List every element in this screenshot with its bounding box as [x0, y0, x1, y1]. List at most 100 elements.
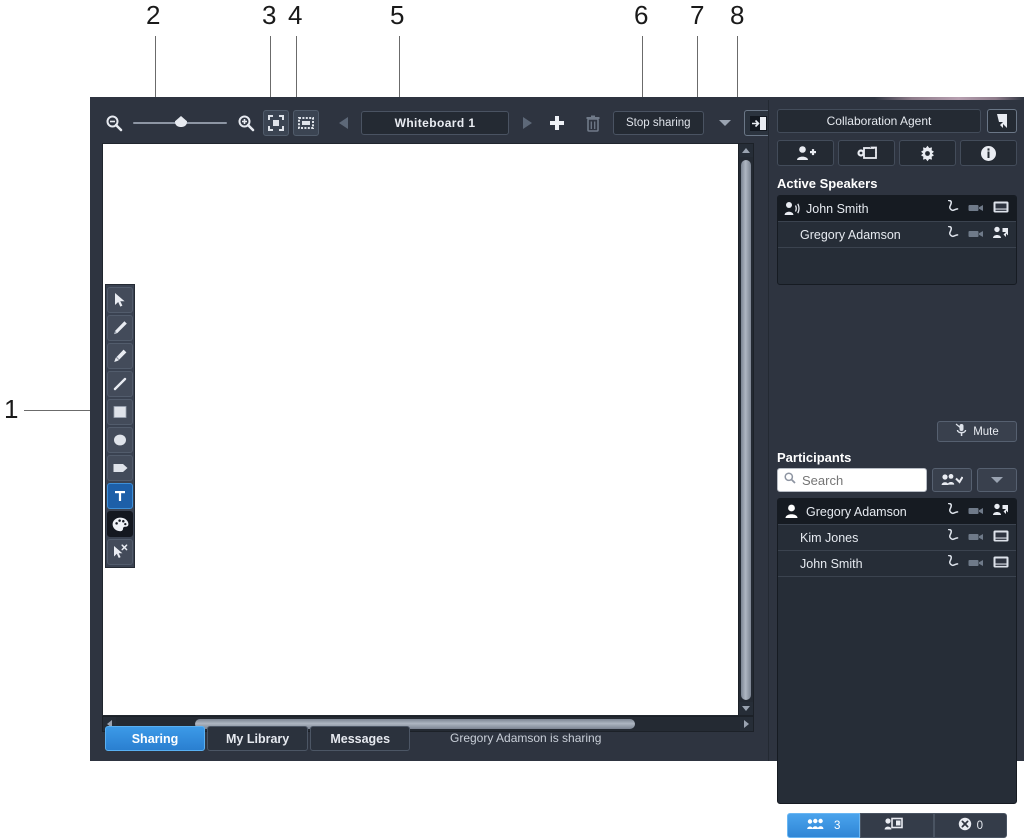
- chevron-down-icon: [991, 477, 1003, 483]
- whiteboard-canvas[interactable]: [102, 143, 750, 716]
- waiting-room-button[interactable]: [860, 813, 934, 838]
- share-settings-button[interactable]: [838, 140, 895, 166]
- add-participant-button[interactable]: [777, 140, 834, 166]
- line-tool[interactable]: [107, 371, 133, 397]
- row-icons: [946, 225, 1009, 244]
- callout-number-4: 4: [288, 0, 303, 30]
- drawing-tool-palette: [105, 284, 135, 568]
- previous-page-icon[interactable]: [331, 111, 355, 135]
- sharing-status-text: Gregory Adamson is sharing: [450, 731, 602, 745]
- pencil-tool[interactable]: [107, 315, 133, 341]
- callout-number-2: 2: [146, 0, 161, 30]
- video-icon[interactable]: [968, 200, 984, 218]
- table-row[interactable]: Gregory Adamson: [778, 222, 1016, 248]
- magnifier-minus-icon[interactable]: [102, 111, 126, 135]
- scroll-right-button[interactable]: [740, 717, 753, 731]
- scroll-down-button[interactable]: [739, 702, 753, 715]
- row-icons: [946, 554, 1009, 573]
- triangle-left: [338, 117, 348, 129]
- screen-icon[interactable]: [993, 200, 1009, 218]
- screen-icon[interactable]: [993, 555, 1009, 573]
- settings-button[interactable]: [899, 140, 956, 166]
- highlighter-tool[interactable]: [107, 343, 133, 369]
- phone-icon[interactable]: [946, 225, 959, 244]
- whiteboard-title-field[interactable]: Whiteboard 1: [361, 111, 509, 135]
- blocked-circle-icon: [958, 817, 972, 834]
- stop-sharing-button[interactable]: Stop sharing: [613, 111, 704, 135]
- ellipse-tool[interactable]: [107, 427, 133, 453]
- whiteboard-region: Whiteboard 1 Stop sharing: [90, 100, 774, 761]
- invite-people-button[interactable]: [932, 468, 972, 492]
- mute-button[interactable]: Mute: [937, 421, 1017, 442]
- participants-count-label: 3: [833, 819, 841, 832]
- whiteboard-vertical-scrollbar[interactable]: [738, 143, 754, 716]
- magnifier-plus-icon[interactable]: [234, 111, 258, 135]
- table-row[interactable]: John Smith: [778, 551, 1016, 577]
- color-palette-tool[interactable]: [107, 511, 133, 537]
- participants-list: Gregory Adamson Kim Jones John Smith: [777, 498, 1017, 804]
- rectangle-tool[interactable]: [107, 399, 133, 425]
- next-page-icon[interactable]: [515, 111, 539, 135]
- panel-title[interactable]: Collaboration Agent: [777, 109, 981, 133]
- screen-icon[interactable]: [993, 529, 1009, 547]
- share-dropdown-button[interactable]: [712, 112, 738, 134]
- row-icons: [946, 199, 1009, 218]
- search-field[interactable]: [777, 468, 927, 492]
- person-share-icon[interactable]: [993, 503, 1009, 521]
- eraser-tool[interactable]: [107, 539, 133, 565]
- zoom-slider[interactable]: [133, 116, 227, 127]
- zoom-slider-thumb[interactable]: [175, 116, 187, 127]
- chevron-down-icon: [718, 120, 731, 126]
- participant-name: Kim Jones: [800, 530, 859, 545]
- person-badge-icon: [884, 817, 904, 834]
- callout-number-3: 3: [262, 0, 277, 30]
- fit-to-width-icon[interactable]: [293, 110, 319, 136]
- table-row[interactable]: John Smith: [778, 196, 1016, 222]
- phone-icon[interactable]: [946, 554, 959, 573]
- arrow-right-icon: [744, 720, 749, 728]
- table-row[interactable]: Gregory Adamson: [778, 499, 1016, 525]
- add-page-icon[interactable]: [545, 111, 569, 135]
- tab-my-library[interactable]: My Library: [207, 726, 309, 751]
- arrow-up-icon: [742, 148, 750, 153]
- undock-panel-button[interactable]: [987, 109, 1017, 133]
- phone-icon[interactable]: [946, 528, 959, 547]
- vertical-scroll-thumb[interactable]: [741, 160, 751, 700]
- participant-name: John Smith: [806, 201, 869, 216]
- row-icons: [946, 502, 1009, 521]
- blocked-count-button[interactable]: 0: [933, 813, 1007, 838]
- text-tool[interactable]: [107, 483, 133, 509]
- video-icon[interactable]: [968, 226, 984, 244]
- trash-icon[interactable]: [581, 111, 605, 135]
- arrow-shape-tool[interactable]: [107, 455, 133, 481]
- fit-to-page-icon[interactable]: [263, 110, 289, 136]
- scroll-up-button[interactable]: [739, 144, 753, 157]
- tab-messages[interactable]: Messages: [310, 726, 411, 751]
- blocked-count-label: 0: [976, 819, 984, 832]
- tab-sharing[interactable]: Sharing: [105, 726, 205, 751]
- search-input[interactable]: [800, 471, 926, 489]
- video-icon[interactable]: [968, 555, 984, 573]
- participants-count-button[interactable]: 3: [787, 813, 861, 838]
- video-icon[interactable]: [968, 503, 984, 521]
- panel-title-bar: Collaboration Agent: [777, 109, 1017, 133]
- people-group-icon: [807, 818, 829, 833]
- microphone-muted-icon: [955, 423, 968, 440]
- participants-dropdown-button[interactable]: [977, 468, 1017, 492]
- person-speaking-icon: [784, 201, 802, 216]
- participant-name: Gregory Adamson: [800, 227, 901, 242]
- arrow-down-icon: [742, 706, 750, 711]
- whiteboard-toolbar: Whiteboard 1 Stop sharing: [102, 106, 774, 140]
- phone-icon[interactable]: [946, 502, 959, 521]
- person-share-icon[interactable]: [993, 226, 1009, 244]
- participant-name: John Smith: [800, 556, 863, 571]
- bottom-tab-bar: Sharing My Library Messages: [105, 726, 412, 751]
- table-row[interactable]: Kim Jones: [778, 525, 1016, 551]
- video-icon[interactable]: [968, 529, 984, 547]
- search-icon: [784, 471, 796, 489]
- mute-label: Mute: [973, 425, 999, 438]
- info-button[interactable]: [960, 140, 1017, 166]
- select-tool[interactable]: [107, 287, 133, 313]
- phone-icon[interactable]: [946, 199, 959, 218]
- participants-heading: Participants: [777, 450, 852, 465]
